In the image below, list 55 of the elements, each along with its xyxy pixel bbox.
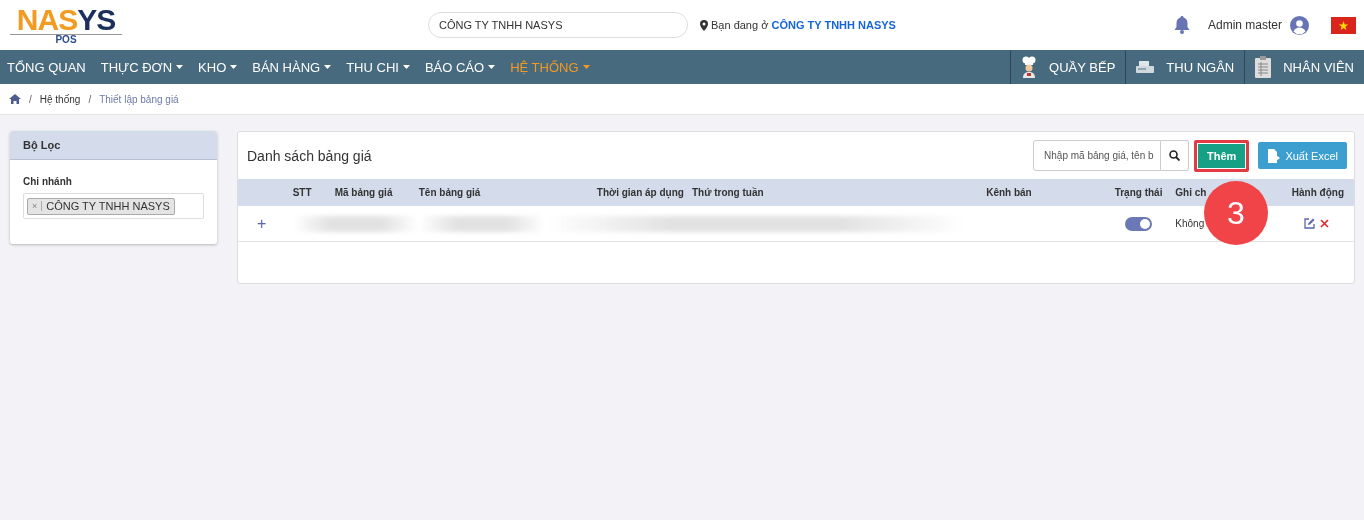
expand-button[interactable]: + [257,214,267,232]
breadcrumb-item[interactable]: Hệ thống [39,93,81,105]
nav-menu-item[interactable]: THU CHI [339,50,418,84]
breadcrumb-separator: / [88,93,92,105]
nav-menu-item[interactable]: KHO [191,50,246,84]
chef-icon [1021,56,1038,78]
export-excel-button[interactable]: Xuất Excel [1258,142,1347,169]
location-text: Bạn đang ở CÔNG TY TNHH NASYS [711,19,896,31]
add-button[interactable]: Thêm [1194,139,1250,172]
column-header: Hành động [1291,187,1344,198]
caret-icon [230,65,238,69]
breadcrumb-separator: / [29,93,32,105]
caret-icon [488,65,496,69]
nav-menu-item[interactable]: TỔNG QUAN [0,50,94,84]
column-header: Ghi ch [1175,187,1207,198]
search-field[interactable]: Nhập mã bảng giá, tên b [1033,140,1162,171]
search-icon [1169,150,1181,161]
file-export-icon [1267,148,1282,163]
delete-icon[interactable] [1320,219,1329,228]
breadcrumb-item: Thiết lập bảng giá [99,93,179,105]
edit-icon[interactable] [1304,218,1315,229]
flag-icon[interactable] [1331,16,1356,34]
logo: NASYS POS [10,5,122,45]
panel-title: Danh sách bảng giá [247,147,372,164]
column-header: Trạng thái [1114,187,1163,198]
nav-menu-item[interactable]: THỰC ĐƠN [93,50,192,84]
column-header: Kênh bán [986,187,1032,198]
search-button[interactable] [1161,140,1190,171]
table-cell: Không [1175,218,1205,229]
nav-shortcut[interactable]: QUẦY BẾP [1049,59,1116,75]
user-name[interactable]: Admin master [1207,18,1282,32]
cash-register-icon [1136,61,1155,73]
column-header: Tên bảng giá [418,187,481,198]
caret-icon [176,65,184,69]
column-header: Thứ trong tuần [691,187,764,198]
panel-title: Bộ Lọc [23,139,61,151]
clipboard-icon [1255,56,1272,78]
nav-shortcut[interactable]: THU NGÂN [1166,59,1235,75]
field-label: Chi nhánh [23,176,72,187]
column-header: Mã bảng giá [334,187,393,198]
home-icon[interactable] [9,94,21,104]
caret-icon [582,65,590,69]
nav-shortcut[interactable]: NHÂN VIÊN [1283,59,1354,75]
caret-icon [402,65,410,69]
bell-icon[interactable] [1173,16,1190,34]
location-pin-icon [700,19,708,31]
column-header: STT [292,187,312,198]
nav-menu-item[interactable]: BÁN HÀNG [245,50,340,84]
caret-icon [324,65,332,69]
avatar-icon[interactable] [1290,15,1309,35]
status-toggle[interactable] [1125,216,1152,231]
nav-menu-item[interactable]: BÁO CÁO [417,50,504,84]
tag-label: CÔNG TY TNHH NASYS [45,200,171,212]
column-header: Thời gian áp dụng [596,187,684,198]
branch-select[interactable]: × CÔNG TY TNHH NASYS [23,193,204,219]
